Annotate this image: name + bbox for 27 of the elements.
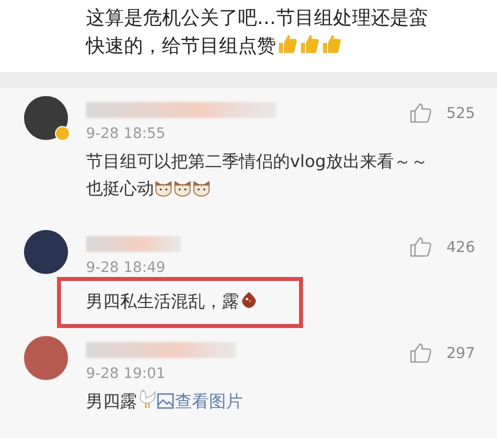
- like-count: 426: [446, 238, 475, 256]
- thumbs-up-icon[interactable]: [410, 102, 432, 123]
- cat-face-emoji-icon: [192, 178, 211, 197]
- comment-text: 男四露: [86, 392, 137, 412]
- avatar[interactable]: [24, 230, 68, 274]
- comment-text: 节目组可以把第二季情侣的vlog放出来看～～: [86, 151, 428, 174]
- post-text: 快速的，给节目组点赞: [86, 35, 276, 57]
- cat-face-emoji-icon: [173, 178, 192, 197]
- view-image-link[interactable]: 查看图片: [157, 392, 243, 412]
- thumbs-up-emoji-icon: [276, 33, 298, 55]
- bird-emoji-icon: [239, 290, 259, 310]
- comment-time: 9-28 18:55: [86, 125, 166, 143]
- thumbs-up-emoji-icon: [298, 33, 320, 55]
- comment-time: 9-28 18:49: [86, 259, 166, 277]
- avatar[interactable]: [24, 96, 68, 140]
- thumbs-up-emoji-icon: [320, 33, 342, 55]
- hen-emoji-icon: [137, 389, 157, 411]
- thumbs-up-icon[interactable]: [410, 236, 432, 257]
- image-icon: [157, 393, 174, 409]
- comment-text: 男四私生活混乱，露: [86, 292, 239, 312]
- like-count: 297: [446, 344, 475, 362]
- comment-time: 9-28 19:01: [86, 365, 166, 383]
- cat-face-emoji-icon: [154, 178, 173, 197]
- like-count: 525: [446, 104, 475, 122]
- comment-text: 也挺心动: [86, 179, 154, 199]
- post-text: 这算是危机公关了吧…节目组处理还是蛮: [86, 6, 428, 31]
- thumbs-up-icon[interactable]: [410, 342, 432, 363]
